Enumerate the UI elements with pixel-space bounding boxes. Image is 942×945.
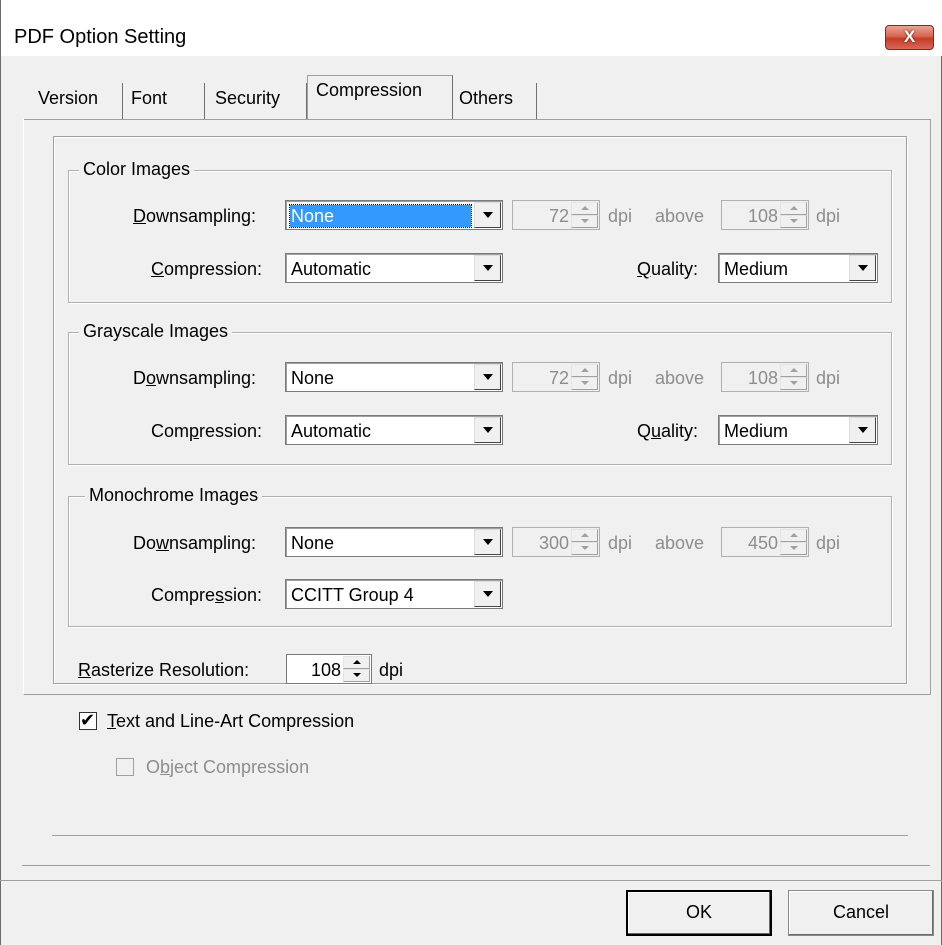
monochrome-images-title: Monochrome Images (85, 485, 263, 505)
spin-down-icon (571, 542, 598, 555)
monochrome-dpi-unit: dpi (608, 533, 633, 553)
spin-up-icon (571, 529, 598, 542)
grayscale-above-value: 108 (747, 368, 778, 388)
ok-button[interactable]: OK (626, 890, 772, 936)
monochrome-above-label: above (655, 533, 705, 553)
spin-up-icon (780, 529, 807, 542)
spin-down-icon[interactable] (343, 669, 370, 682)
grayscale-above-spinner: 108 (721, 362, 809, 392)
chevron-down-icon[interactable] (474, 364, 501, 390)
color-above-unit: dpi (816, 206, 841, 226)
color-downsampling-value: None (289, 204, 472, 228)
color-dpi-spinner: 72 (512, 200, 600, 230)
spin-down-icon (780, 215, 807, 228)
chevron-down-icon[interactable] (474, 529, 501, 555)
color-above-spinner: 108 (721, 200, 809, 230)
color-quality-value: Medium (724, 259, 789, 279)
chevron-down-icon[interactable] (849, 417, 876, 443)
monochrome-compression-value: CCITT Group 4 (291, 585, 414, 605)
spin-down-icon (780, 542, 807, 555)
grayscale-downsampling-value: None (291, 368, 335, 388)
grayscale-above-label: above (655, 368, 705, 388)
grayscale-dpi-spinner: 72 (512, 362, 600, 392)
grayscale-quality-value: Medium (724, 421, 789, 441)
panel-bottom-edge (52, 835, 908, 836)
spin-up-icon (571, 364, 598, 377)
chevron-down-icon[interactable] (474, 202, 501, 228)
close-button[interactable]: X (885, 25, 934, 50)
tab-compression[interactable]: Compression (307, 75, 453, 119)
tab-others[interactable]: Others (453, 83, 537, 119)
tab-font[interactable]: Font (123, 83, 205, 119)
monochrome-dpi-spinner: 300 (512, 527, 600, 557)
rasterize-resolution-spinner[interactable]: 108 (286, 654, 372, 684)
monochrome-downsampling-value: None (291, 533, 335, 553)
grayscale-dpi-value: 72 (548, 368, 569, 388)
color-images-group (68, 170, 892, 303)
tab-security[interactable]: Security (205, 83, 307, 119)
color-dpi-value: 72 (548, 206, 569, 226)
tab-panel-bottom-edge (22, 865, 930, 866)
object-compression-label: Object Compression (146, 757, 310, 777)
monochrome-above-unit: dpi (816, 533, 841, 553)
grayscale-above-unit: dpi (816, 368, 841, 388)
close-icon: X (903, 27, 916, 46)
color-above-label: above (655, 206, 705, 226)
spin-down-icon (571, 215, 598, 228)
monochrome-downsampling-label: Downsampling: (133, 533, 257, 553)
monochrome-downsampling-select[interactable]: None (285, 527, 503, 557)
chevron-down-icon[interactable] (474, 255, 501, 281)
tab-version[interactable]: Version (33, 83, 123, 119)
grayscale-quality-select[interactable]: Medium (718, 415, 878, 445)
spin-down-icon (780, 377, 807, 390)
grayscale-images-title: Grayscale Images (79, 321, 233, 341)
grayscale-compression-value: Automatic (291, 421, 372, 441)
color-images-title: Color Images (79, 159, 195, 179)
color-downsampling-label: Downsampling: (133, 206, 257, 226)
color-quality-select[interactable]: Medium (718, 253, 878, 283)
grayscale-downsampling-select[interactable]: None (285, 362, 503, 392)
grayscale-images-group (68, 332, 892, 465)
spin-down-icon (571, 377, 598, 390)
cancel-button[interactable]: Cancel (788, 890, 934, 936)
monochrome-above-spinner: 450 (721, 527, 809, 557)
color-downsampling-select[interactable]: None (285, 200, 503, 230)
chevron-down-icon[interactable] (849, 255, 876, 281)
grayscale-quality-label: Quality: (637, 421, 699, 441)
rasterize-resolution-label: Rasterize Resolution: (78, 660, 250, 680)
spin-up-icon (780, 364, 807, 377)
monochrome-compression-label: Compression: (151, 585, 263, 605)
monochrome-compression-select[interactable]: CCITT Group 4 (285, 579, 503, 609)
text-lineart-checkbox[interactable]: ✔ (79, 710, 97, 730)
color-compression-label: Compression: (151, 259, 263, 279)
checkmark-icon: ✔ (80, 710, 96, 730)
grayscale-compression-label: Compression: (151, 421, 263, 441)
spin-up-icon (571, 202, 598, 215)
color-compression-select[interactable]: Automatic (285, 253, 503, 283)
spin-up-icon[interactable] (343, 656, 370, 669)
grayscale-downsampling-label: Downsampling: (133, 368, 257, 388)
chevron-down-icon[interactable] (474, 581, 501, 607)
spin-up-icon (780, 202, 807, 215)
footer-separator (0, 880, 942, 881)
grayscale-dpi-unit: dpi (608, 368, 633, 388)
color-quality-label: Quality: (637, 259, 699, 279)
color-dpi-unit: dpi (608, 206, 633, 226)
text-lineart-label[interactable]: Text and Line-Art Compression (107, 710, 354, 732)
title-bar: PDF Option Setting X (1, 0, 942, 56)
color-compression-value: Automatic (291, 259, 372, 279)
window-title: PDF Option Setting (14, 26, 187, 48)
rasterize-resolution-unit: dpi (379, 660, 404, 680)
color-above-value: 108 (747, 206, 778, 226)
grayscale-compression-select[interactable]: Automatic (285, 415, 503, 445)
monochrome-dpi-value: 300 (538, 533, 569, 553)
chevron-down-icon[interactable] (474, 417, 501, 443)
object-compression-checkbox (116, 758, 134, 776)
monochrome-above-value: 450 (747, 533, 778, 553)
rasterize-resolution-value: 108 (310, 660, 341, 680)
dialog-window: PDF Option Setting X Version Font Securi… (0, 0, 942, 945)
